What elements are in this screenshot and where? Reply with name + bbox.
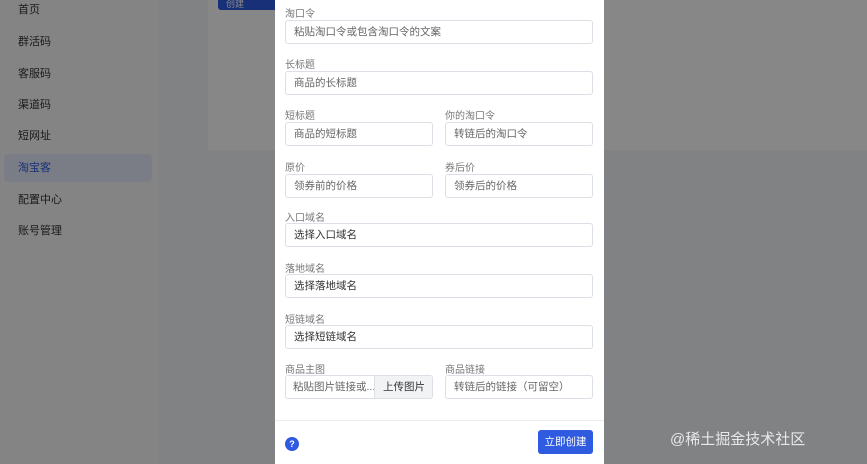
your-tkl-input[interactable]: 转链后的淘口令 bbox=[445, 122, 593, 146]
coupon-price-label: 券后价 bbox=[445, 163, 475, 174]
upload-image-button[interactable]: 上传图片 bbox=[374, 376, 432, 398]
original-price-input[interactable]: 领券前的价格 bbox=[285, 174, 433, 198]
watermark: @稀土掘金技术社区 bbox=[670, 431, 806, 448]
main-image-group: 粘贴图片链接或... 上传图片 bbox=[285, 375, 433, 399]
short-title-input[interactable]: 商品的短标题 bbox=[285, 122, 433, 146]
landing-domain-select[interactable]: 选择落地域名 bbox=[285, 274, 593, 298]
entry-domain-select[interactable]: 选择入口域名 bbox=[285, 223, 593, 247]
question-circle-icon[interactable]: ? bbox=[285, 437, 299, 451]
entry-domain-label: 入口域名 bbox=[285, 213, 325, 224]
your-tkl-label: 你的淘口令 bbox=[445, 111, 495, 122]
tkl-input[interactable]: 粘贴淘口令或包含淘口令的文案 bbox=[285, 20, 593, 44]
long-title-input[interactable]: 商品的长标题 bbox=[285, 71, 593, 95]
landing-domain-label: 落地域名 bbox=[285, 264, 325, 275]
short-title-label: 短标题 bbox=[285, 111, 315, 122]
product-link-input[interactable]: 转链后的链接（可留空） bbox=[445, 375, 593, 399]
main-image-input[interactable]: 粘贴图片链接或... bbox=[286, 376, 374, 398]
tkl-label: 淘口令 bbox=[285, 9, 315, 20]
create-now-button[interactable]: 立即创建 bbox=[538, 430, 593, 454]
footer-divider bbox=[275, 420, 604, 421]
create-modal: 淘口令 粘贴淘口令或包含淘口令的文案 长标题 商品的长标题 短标题 商品的短标题… bbox=[275, 0, 604, 464]
short-domain-label: 短链域名 bbox=[285, 315, 325, 326]
product-link-label: 商品链接 bbox=[445, 365, 485, 376]
short-domain-select[interactable]: 选择短链域名 bbox=[285, 325, 593, 349]
coupon-price-input[interactable]: 领券后的价格 bbox=[445, 174, 593, 198]
original-price-label: 原价 bbox=[285, 163, 305, 174]
long-title-label: 长标题 bbox=[285, 60, 315, 71]
main-image-label: 商品主图 bbox=[285, 365, 325, 376]
